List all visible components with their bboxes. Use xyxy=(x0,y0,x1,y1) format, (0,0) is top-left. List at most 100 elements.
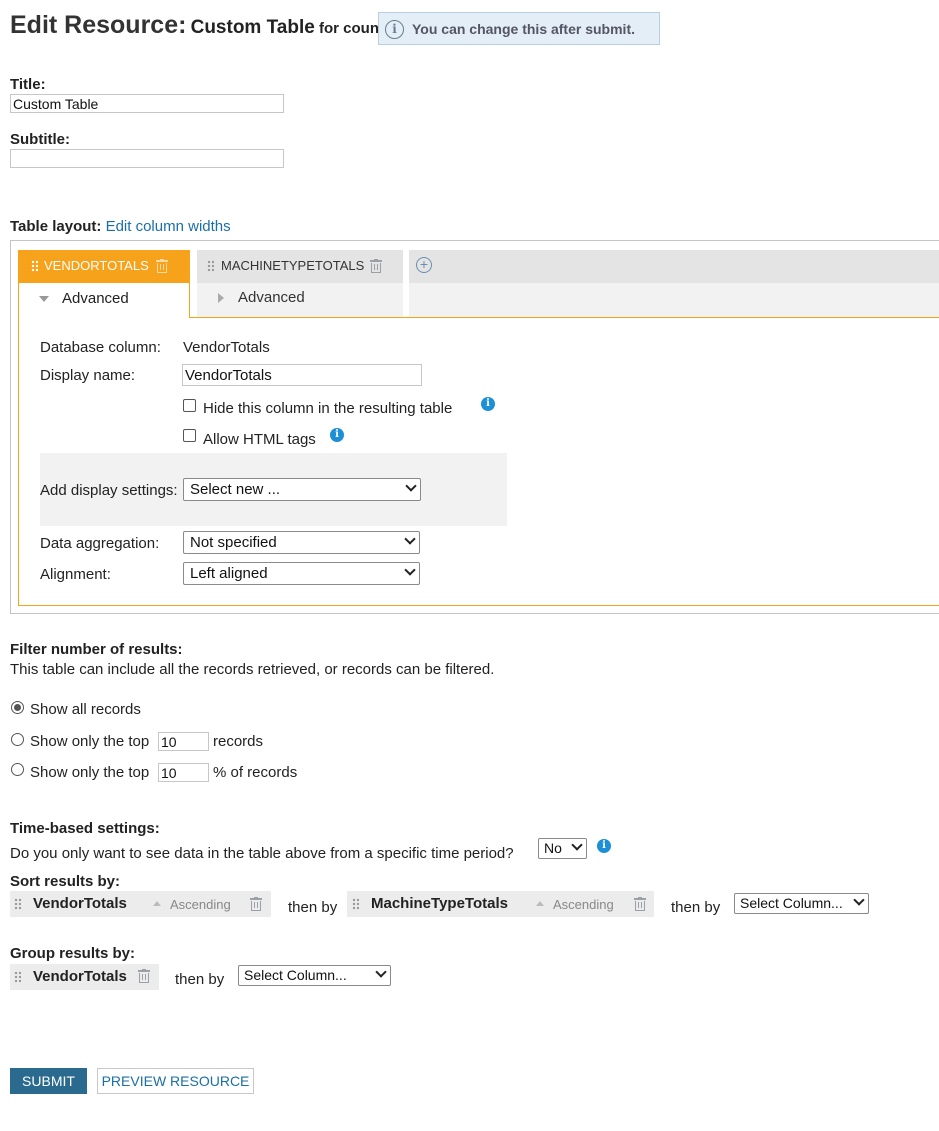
add-display-select[interactable]: Select new ... xyxy=(183,478,421,501)
sort-then-by: then by xyxy=(288,899,338,916)
trash-icon[interactable] xyxy=(634,897,646,911)
show-pct-radio[interactable] xyxy=(11,763,24,776)
sort-item-name: MachineTypeTotals xyxy=(371,895,508,912)
show-top-input[interactable] xyxy=(158,732,209,751)
display-name-label: Display name: xyxy=(40,367,136,384)
subtitle-label: Subtitle: xyxy=(10,131,70,148)
allow-html-checkbox[interactable] xyxy=(183,429,196,442)
show-all-label: Show all records xyxy=(30,701,141,718)
info-circle-icon: i xyxy=(385,20,404,39)
add-display-value: Select new ... xyxy=(190,481,281,498)
drag-handle-icon[interactable] xyxy=(31,260,38,272)
tab-strip-lower xyxy=(409,283,939,317)
time-heading: Time-based settings: xyxy=(10,820,160,837)
tab-machinetypetotals[interactable]: MACHINETYPETOTALS xyxy=(197,250,403,283)
tab-vendortotals-advanced[interactable]: Advanced xyxy=(18,283,190,318)
chevron-down-icon xyxy=(853,894,865,906)
sort-order[interactable]: Ascending xyxy=(553,897,614,912)
aggregation-label: Data aggregation: xyxy=(40,535,160,552)
hide-column-label: Hide this column in the resulting table xyxy=(203,400,453,417)
advanced-label: Advanced xyxy=(62,290,129,307)
group-then-by: then by xyxy=(175,971,225,988)
table-layout-heading: Table layout: Edit column widths xyxy=(10,218,231,235)
filter-heading: Filter number of results: xyxy=(10,641,183,658)
sort-item-name: VendorTotals xyxy=(33,895,127,912)
hide-column-checkbox[interactable] xyxy=(183,399,196,412)
page-title-text: Edit Resource: xyxy=(10,11,187,39)
caret-down-icon xyxy=(39,296,49,302)
trash-icon[interactable] xyxy=(250,897,262,911)
allow-html-label: Allow HTML tags xyxy=(203,431,316,448)
sort-column-select[interactable]: Select Column... xyxy=(734,893,869,914)
drag-handle-icon[interactable] xyxy=(207,260,214,272)
db-column-value: VendorTotals xyxy=(183,339,270,356)
sort-up-icon[interactable] xyxy=(153,901,161,906)
title-label: Title: xyxy=(10,76,46,93)
chevron-down-icon xyxy=(375,966,387,978)
trash-icon[interactable] xyxy=(370,259,382,273)
tab-vendortotals-label: VENDORTOTALS xyxy=(44,258,149,273)
show-top-suffix: records xyxy=(213,733,264,750)
panel-top-border xyxy=(190,317,939,318)
sort-column-placeholder: Select Column... xyxy=(740,895,843,911)
time-period-select[interactable]: No xyxy=(538,838,587,859)
group-column-placeholder: Select Column... xyxy=(244,967,347,983)
chevron-down-icon xyxy=(405,480,417,492)
chevron-down-icon xyxy=(404,533,416,545)
advanced-label: Advanced xyxy=(238,289,305,306)
show-all-radio[interactable] xyxy=(11,701,24,714)
tab-vendortotals[interactable]: VENDORTOTALS xyxy=(18,250,190,283)
drag-handle-icon[interactable] xyxy=(352,898,359,910)
group-item-name: VendorTotals xyxy=(33,968,127,985)
show-pct-suffix: % of records xyxy=(213,764,298,781)
tab-strip xyxy=(409,250,939,283)
group-heading: Group results by: xyxy=(10,945,136,962)
sort-heading: Sort results by: xyxy=(10,873,121,890)
alignment-label: Alignment: xyxy=(40,566,111,583)
filter-description: This table can include all the records r… xyxy=(10,661,495,678)
add-display-label: Add display settings: xyxy=(40,482,178,499)
time-question: Do you only want to see data in the tabl… xyxy=(10,845,514,862)
drag-handle-icon[interactable] xyxy=(14,971,21,983)
preview-resource-button[interactable]: PREVIEW RESOURCE xyxy=(97,1068,254,1094)
tab-machinetypetotals-label: MACHINETYPETOTALS xyxy=(221,258,365,273)
alignment-select[interactable]: Left aligned xyxy=(183,562,420,585)
submit-button[interactable]: SUBMIT xyxy=(10,1068,87,1094)
group-column-select[interactable]: Select Column... xyxy=(238,965,391,986)
trash-icon[interactable] xyxy=(138,969,150,983)
show-top-radio[interactable] xyxy=(11,733,24,746)
db-column-label: Database column: xyxy=(40,339,161,356)
show-pct-input[interactable] xyxy=(158,763,209,782)
sort-item[interactable]: MachineTypeTotals Ascending xyxy=(347,891,654,917)
aggregation-select[interactable]: Not specified xyxy=(183,531,420,554)
subtitle-input[interactable] xyxy=(10,149,284,168)
group-item[interactable]: VendorTotals xyxy=(10,964,159,990)
aggregation-value: Not specified xyxy=(190,534,277,551)
edit-notice-text: You can change this after submit. xyxy=(412,21,636,37)
edit-notice: i You can change this after submit. xyxy=(378,12,660,45)
title-input[interactable] xyxy=(10,94,284,113)
tab-machinetypetotals-advanced[interactable]: Advanced xyxy=(197,283,403,317)
table-layout-label: Table layout: xyxy=(10,218,102,235)
show-pct-label: Show only the top xyxy=(30,764,150,781)
display-name-input[interactable] xyxy=(182,364,422,386)
caret-right-icon xyxy=(218,293,224,303)
sort-then-by: then by xyxy=(671,899,721,916)
sort-order[interactable]: Ascending xyxy=(170,897,231,912)
edit-column-widths-link[interactable]: Edit column widths xyxy=(106,218,231,235)
sort-up-icon[interactable] xyxy=(536,901,544,906)
resource-name: Custom Table xyxy=(190,17,315,38)
drag-handle-icon[interactable] xyxy=(14,898,21,910)
plus-circle-icon[interactable]: + xyxy=(416,257,432,273)
alignment-value: Left aligned xyxy=(190,565,268,582)
show-top-label: Show only the top xyxy=(30,733,150,750)
info-icon[interactable]: i xyxy=(597,839,611,853)
info-icon[interactable]: i xyxy=(481,397,495,411)
sort-item[interactable]: VendorTotals Ascending xyxy=(10,891,271,917)
page-title: Edit Resource: Custom Table for counts xyxy=(10,11,392,40)
trash-icon[interactable] xyxy=(156,259,168,273)
chevron-down-icon xyxy=(571,839,583,851)
info-icon[interactable]: i xyxy=(330,428,344,442)
chevron-down-icon xyxy=(404,564,416,576)
time-period-value: No xyxy=(544,840,562,856)
